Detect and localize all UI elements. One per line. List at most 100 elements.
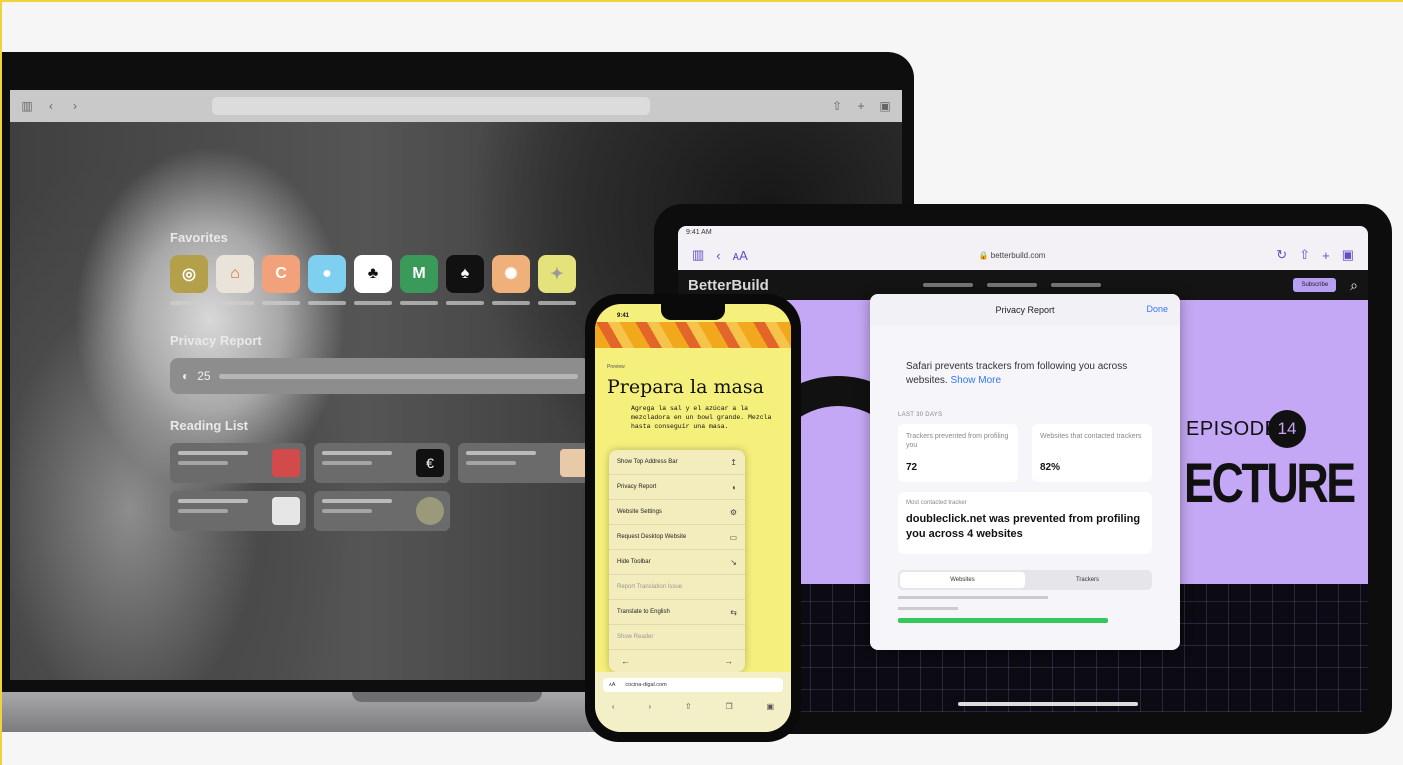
done-button[interactable]: Done: [1146, 304, 1168, 314]
section-label: LAST 30 DAYS: [898, 412, 943, 418]
start-page: Favorites ◎ ⌂ C ● ♣ M ♠ ✺ ✦ Privacy Repo…: [170, 230, 594, 531]
menu-item[interactable]: Report Translation Issue: [609, 575, 745, 600]
recipe-body: Agrega la sal y el azúcar a la mezclador…: [631, 405, 772, 430]
hero-title: ECTURE: [1184, 451, 1356, 514]
tabs-icon[interactable]: ▣: [878, 99, 892, 113]
zoom-in-icon[interactable]: →: [724, 656, 733, 666]
phone-toolbar: ‹ › ⇧ ❐ ▣: [595, 692, 791, 711]
menu-item-icon: ⚙: [729, 507, 737, 517]
address-bar[interactable]: [212, 97, 650, 115]
nav-link[interactable]: [1050, 283, 1101, 287]
reading-list: €: [170, 443, 594, 531]
subscribe-button[interactable]: Subscribe: [1293, 278, 1337, 292]
product-composite: ▥ ‹ › ⇧ + ▣ Favorites ◎ ⌂ C ● ♣ M ♠ ✺ ✦ …: [0, 0, 1403, 765]
bookmarks-icon[interactable]: ❐: [726, 702, 733, 711]
sidebar-icon[interactable]: ▥: [692, 247, 704, 263]
new-tab-icon[interactable]: +: [854, 99, 868, 113]
recipe-kicker: Preview: [607, 364, 625, 370]
share-icon[interactable]: ⇧: [1299, 247, 1310, 263]
phone-address-bar[interactable]: ᴀA cocina-digal.com: [603, 678, 783, 692]
tree-icon[interactable]: ♠: [446, 255, 484, 293]
forward-icon[interactable]: ›: [68, 99, 82, 113]
ipad-toolbar: ▥ ‹ ᴀA 🔒 betterbuild.com ↻ ⇧ + ▣: [678, 240, 1368, 270]
tabs-icon[interactable]: ▣: [1342, 247, 1354, 263]
iphone: 9:41 Preview Prepara la masa Agrega la s…: [585, 294, 801, 742]
privacy-report-bar[interactable]: ◐ 25: [170, 358, 590, 394]
ipad-address-bar[interactable]: 🔒 betterbuild.com: [760, 251, 1265, 260]
favorites-labels: [170, 301, 590, 305]
sun-icon[interactable]: ✺: [492, 255, 530, 293]
description-text: Safari prevents trackers from following …: [906, 361, 1128, 386]
iphone-screen: 9:41 Preview Prepara la masa Agrega la s…: [595, 304, 791, 732]
reader-icon[interactable]: ᴀA: [733, 248, 748, 263]
menu-item[interactable]: Show Top Address Bar ↥: [609, 450, 745, 475]
reading-item[interactable]: [170, 491, 306, 531]
back-icon[interactable]: ‹: [716, 248, 720, 263]
clock-icon[interactable]: ◎: [170, 255, 208, 293]
nav-link[interactable]: [986, 283, 1037, 287]
safari-toolbar: ▥ ‹ › ⇧ + ▣: [10, 90, 902, 122]
nav-link[interactable]: [922, 283, 973, 287]
sheet-description: Safari prevents trackers from following …: [870, 326, 1180, 388]
episode-label: EPISODE: [1186, 418, 1279, 440]
c-icon[interactable]: C: [262, 255, 300, 293]
home-icon[interactable]: ⌂: [216, 255, 254, 293]
forward-icon[interactable]: ›: [648, 702, 651, 711]
tab-websites[interactable]: Websites: [900, 572, 1025, 588]
tab-trackers[interactable]: Trackers: [1025, 572, 1150, 588]
menu-item-icon: ↘: [730, 557, 737, 567]
site-brand[interactable]: BetterBuild: [688, 277, 769, 294]
menu-item[interactable]: Request Desktop Website ▭: [609, 525, 745, 550]
tracker-label: Most contacted tracker: [906, 500, 967, 506]
tracker-card: Most contacted tracker doubleclick.net w…: [898, 492, 1152, 554]
menu-item-label: Translate to English: [617, 609, 670, 615]
menu-item-label: Privacy Report: [617, 484, 657, 490]
sheet-title: Privacy Report: [995, 305, 1055, 315]
new-tab-icon[interactable]: +: [1322, 248, 1330, 263]
status-time: 9:41 AM: [686, 229, 712, 236]
reading-item[interactable]: €: [314, 443, 450, 483]
tracker-bar: [898, 618, 1108, 623]
menu-item-label: Hide Toolbar: [617, 559, 651, 565]
shape-icon[interactable]: ♣: [354, 255, 392, 293]
stats-row: Trackers prevented from profiling you 72…: [870, 418, 1180, 482]
menu-item-label: Show Reader: [617, 634, 654, 640]
menu-item[interactable]: Translate to English ⇆: [609, 600, 745, 625]
zoom-out-icon[interactable]: ←: [621, 656, 630, 666]
search-icon[interactable]: ⌕: [1350, 277, 1358, 294]
privacy-heading: Privacy Report: [170, 333, 262, 348]
show-more-link[interactable]: Show More: [950, 375, 1001, 386]
phone-bottom-bar: ᴀA cocina-digal.com ‹ › ⇧ ❐ ▣: [595, 672, 791, 732]
share-icon[interactable]: ⇧: [830, 99, 844, 113]
stat-value: 72: [906, 462, 918, 473]
menu-item[interactable]: Privacy Report ◐: [609, 475, 745, 500]
reload-icon[interactable]: ↻: [1276, 247, 1287, 263]
menu-item[interactable]: Show Reader: [609, 625, 745, 650]
reading-item[interactable]: [458, 443, 594, 483]
balloon-icon[interactable]: ●: [308, 255, 346, 293]
sidebar-icon[interactable]: ▥: [20, 99, 34, 113]
menu-item[interactable]: Hide Toolbar ↘: [609, 550, 745, 575]
macbook-opening: [352, 692, 542, 702]
page-menu: Show Top Address Bar ↥ Privacy Report ◐ Webs…: [609, 450, 745, 672]
tracker-text: doubleclick.net was prevented from profi…: [906, 513, 1141, 540]
phone-time: 9:41: [617, 313, 630, 319]
reader-icon[interactable]: ᴀA: [609, 682, 615, 688]
menu-item[interactable]: Website Settings ⚙: [609, 500, 745, 525]
back-icon[interactable]: ‹: [612, 702, 615, 711]
star-icon[interactable]: ✦: [538, 255, 576, 293]
stat-value: 82%: [1040, 462, 1061, 473]
tabs-icon[interactable]: ▣: [767, 702, 775, 711]
sheet-header: Privacy Report Done: [870, 294, 1180, 326]
share-icon[interactable]: ⇧: [685, 702, 692, 711]
back-icon[interactable]: ‹: [44, 99, 58, 113]
reading-item[interactable]: [314, 491, 450, 531]
reading-heading: Reading List: [170, 418, 249, 433]
recipe-title: Prepara la masa: [607, 376, 764, 398]
m-icon[interactable]: M: [400, 255, 438, 293]
ipad-status-bar: 9:41 AM: [678, 226, 1368, 240]
menu-item-icon: ◐: [732, 482, 737, 492]
stat-label: Trackers prevented from profiling you: [906, 433, 1009, 449]
sheet-list-preview: [898, 596, 1152, 623]
reading-item[interactable]: [170, 443, 306, 483]
